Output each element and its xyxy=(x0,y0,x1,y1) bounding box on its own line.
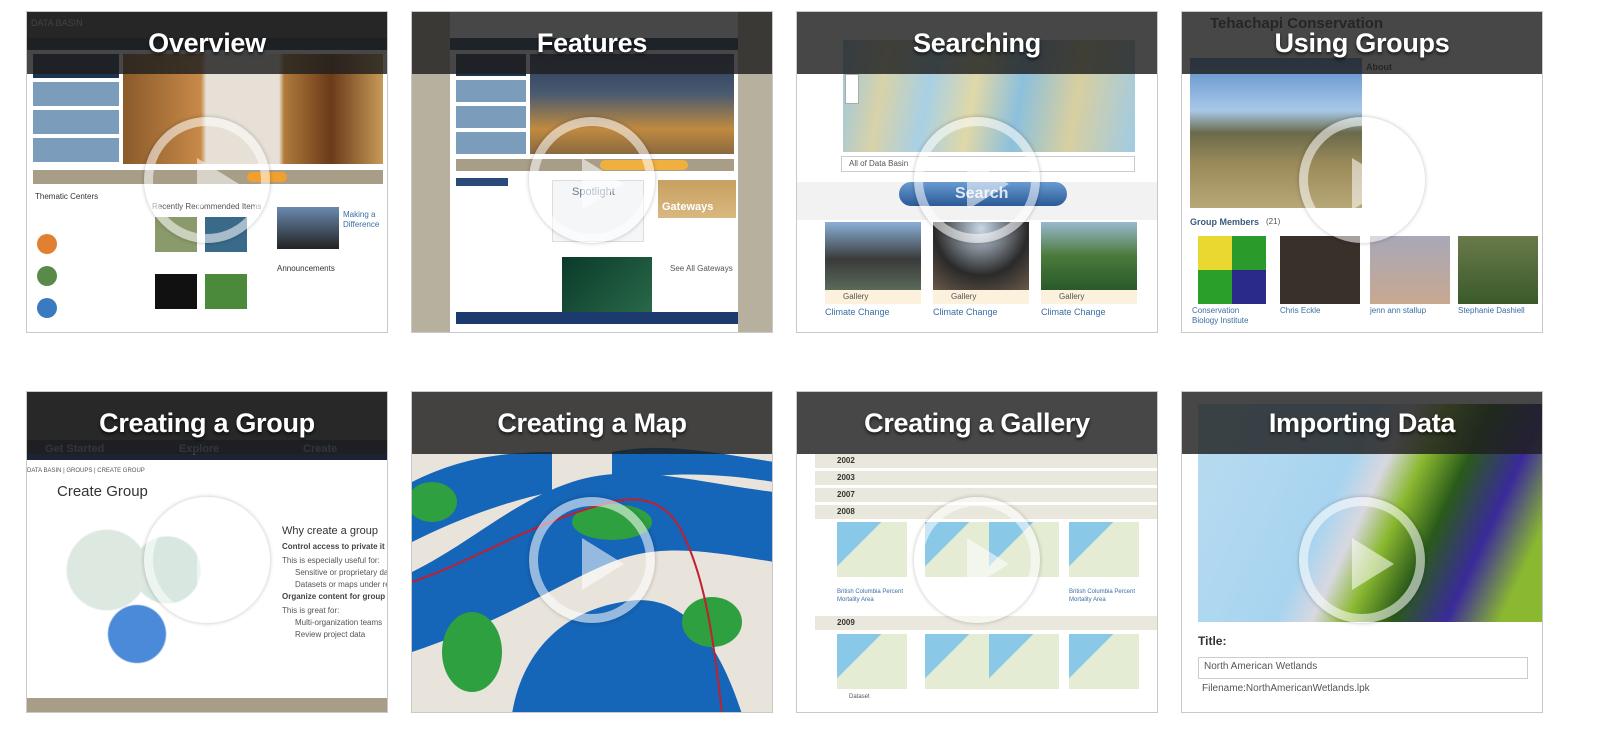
result-title: Climate Change xyxy=(825,307,890,317)
announcements-heading: Announcements xyxy=(277,264,335,273)
result-title: Climate Change xyxy=(1041,307,1106,317)
member-name: Chris Eckle xyxy=(1280,306,1321,315)
play-icon[interactable] xyxy=(1299,497,1425,623)
year-folder: 2008 xyxy=(837,507,855,516)
video-title: Creating a Group xyxy=(99,407,315,438)
video-title: Features xyxy=(536,27,648,58)
see-all-gateways: See All Gateways xyxy=(670,264,733,273)
play-icon[interactable] xyxy=(144,117,270,243)
result-type: Gallery xyxy=(843,292,869,301)
gateways-label: Gateways xyxy=(662,201,714,213)
video-tile-using-groups[interactable]: Tehachapi Conservation About Group Membe… xyxy=(1181,11,1543,333)
result-type: Gallery xyxy=(951,292,977,301)
video-tile-searching[interactable]: All of Data Basin Search Gallery Gallery… xyxy=(796,11,1158,333)
year-folder: 2007 xyxy=(837,490,855,499)
video-tile-overview[interactable]: DATA BASIN Thematic Centers Recently Rec… xyxy=(26,11,388,333)
play-icon[interactable] xyxy=(914,117,1040,243)
video-title-bar: Searching xyxy=(797,12,1157,74)
gallery-item-title: British Columbia Percent Mortality Area xyxy=(1069,589,1136,603)
members-heading: Group Members xyxy=(1190,217,1260,227)
video-title: Creating a Gallery xyxy=(864,407,1090,438)
member-name: jenn ann stallup xyxy=(1370,306,1427,315)
year-folder: 2002 xyxy=(837,456,855,465)
video-tile-features[interactable]: Spotlight Gateways See All Gateways Feat… xyxy=(411,11,773,333)
gallery-item-title: British Columbia Percent Mortality Area xyxy=(837,589,904,603)
member-name: Stephanie Dashiell xyxy=(1458,306,1525,315)
video-tile-importing-data[interactable]: Title: North American Wetlands Filename:… xyxy=(1181,391,1543,713)
year-folder: 2003 xyxy=(837,473,855,482)
year-folder: 2009 xyxy=(837,618,855,627)
member-name: Conservation Biology Institute xyxy=(1192,306,1249,325)
filename-text: Filename:NorthAmericanWetlands.lpk xyxy=(1202,683,1370,694)
thematic-centers-heading: Thematic Centers xyxy=(35,192,99,201)
gallery-item-type: Dataset xyxy=(849,694,870,700)
video-title: Overview xyxy=(148,27,266,58)
video-tile-creating-gallery[interactable]: 2002 2003 2007 2008 British Columbia Per… xyxy=(796,391,1158,713)
breadcrumb: DATA BASIN | GROUPS | CREATE GROUP xyxy=(27,468,145,474)
video-title-bar: Importing Data xyxy=(1182,392,1542,454)
page-title: Create Group xyxy=(57,483,148,500)
video-title: Searching xyxy=(913,27,1041,58)
members-count: (21) xyxy=(1266,217,1281,226)
video-title: Creating a Map xyxy=(497,407,687,438)
play-icon[interactable] xyxy=(914,497,1040,623)
result-title: Climate Change xyxy=(933,307,998,317)
video-title-bar: Using Groups xyxy=(1182,12,1542,74)
result-type: Gallery xyxy=(1059,292,1085,301)
video-title-bar: Creating a Map xyxy=(412,392,772,454)
video-title-bar: Overview xyxy=(27,12,387,74)
play-icon[interactable] xyxy=(529,117,655,243)
video-tile-creating-group[interactable]: Get Started Explore Create DATA BASIN | … xyxy=(26,391,388,713)
play-icon[interactable] xyxy=(529,497,655,623)
video-title-bar: Creating a Gallery xyxy=(797,392,1157,454)
why-heading: Why create a group xyxy=(282,525,378,537)
video-title: Importing Data xyxy=(1268,407,1456,438)
video-title-bar: Features xyxy=(412,12,772,74)
title-label: Title: xyxy=(1198,634,1227,648)
play-icon[interactable] xyxy=(1299,117,1425,243)
play-icon[interactable] xyxy=(144,497,270,623)
video-title: Using Groups xyxy=(1274,27,1450,58)
making-difference-text: Making a Difference xyxy=(343,210,380,229)
video-tile-creating-map[interactable]: Creating a Map xyxy=(411,391,773,713)
video-title-bar: Creating a Group xyxy=(27,392,387,454)
